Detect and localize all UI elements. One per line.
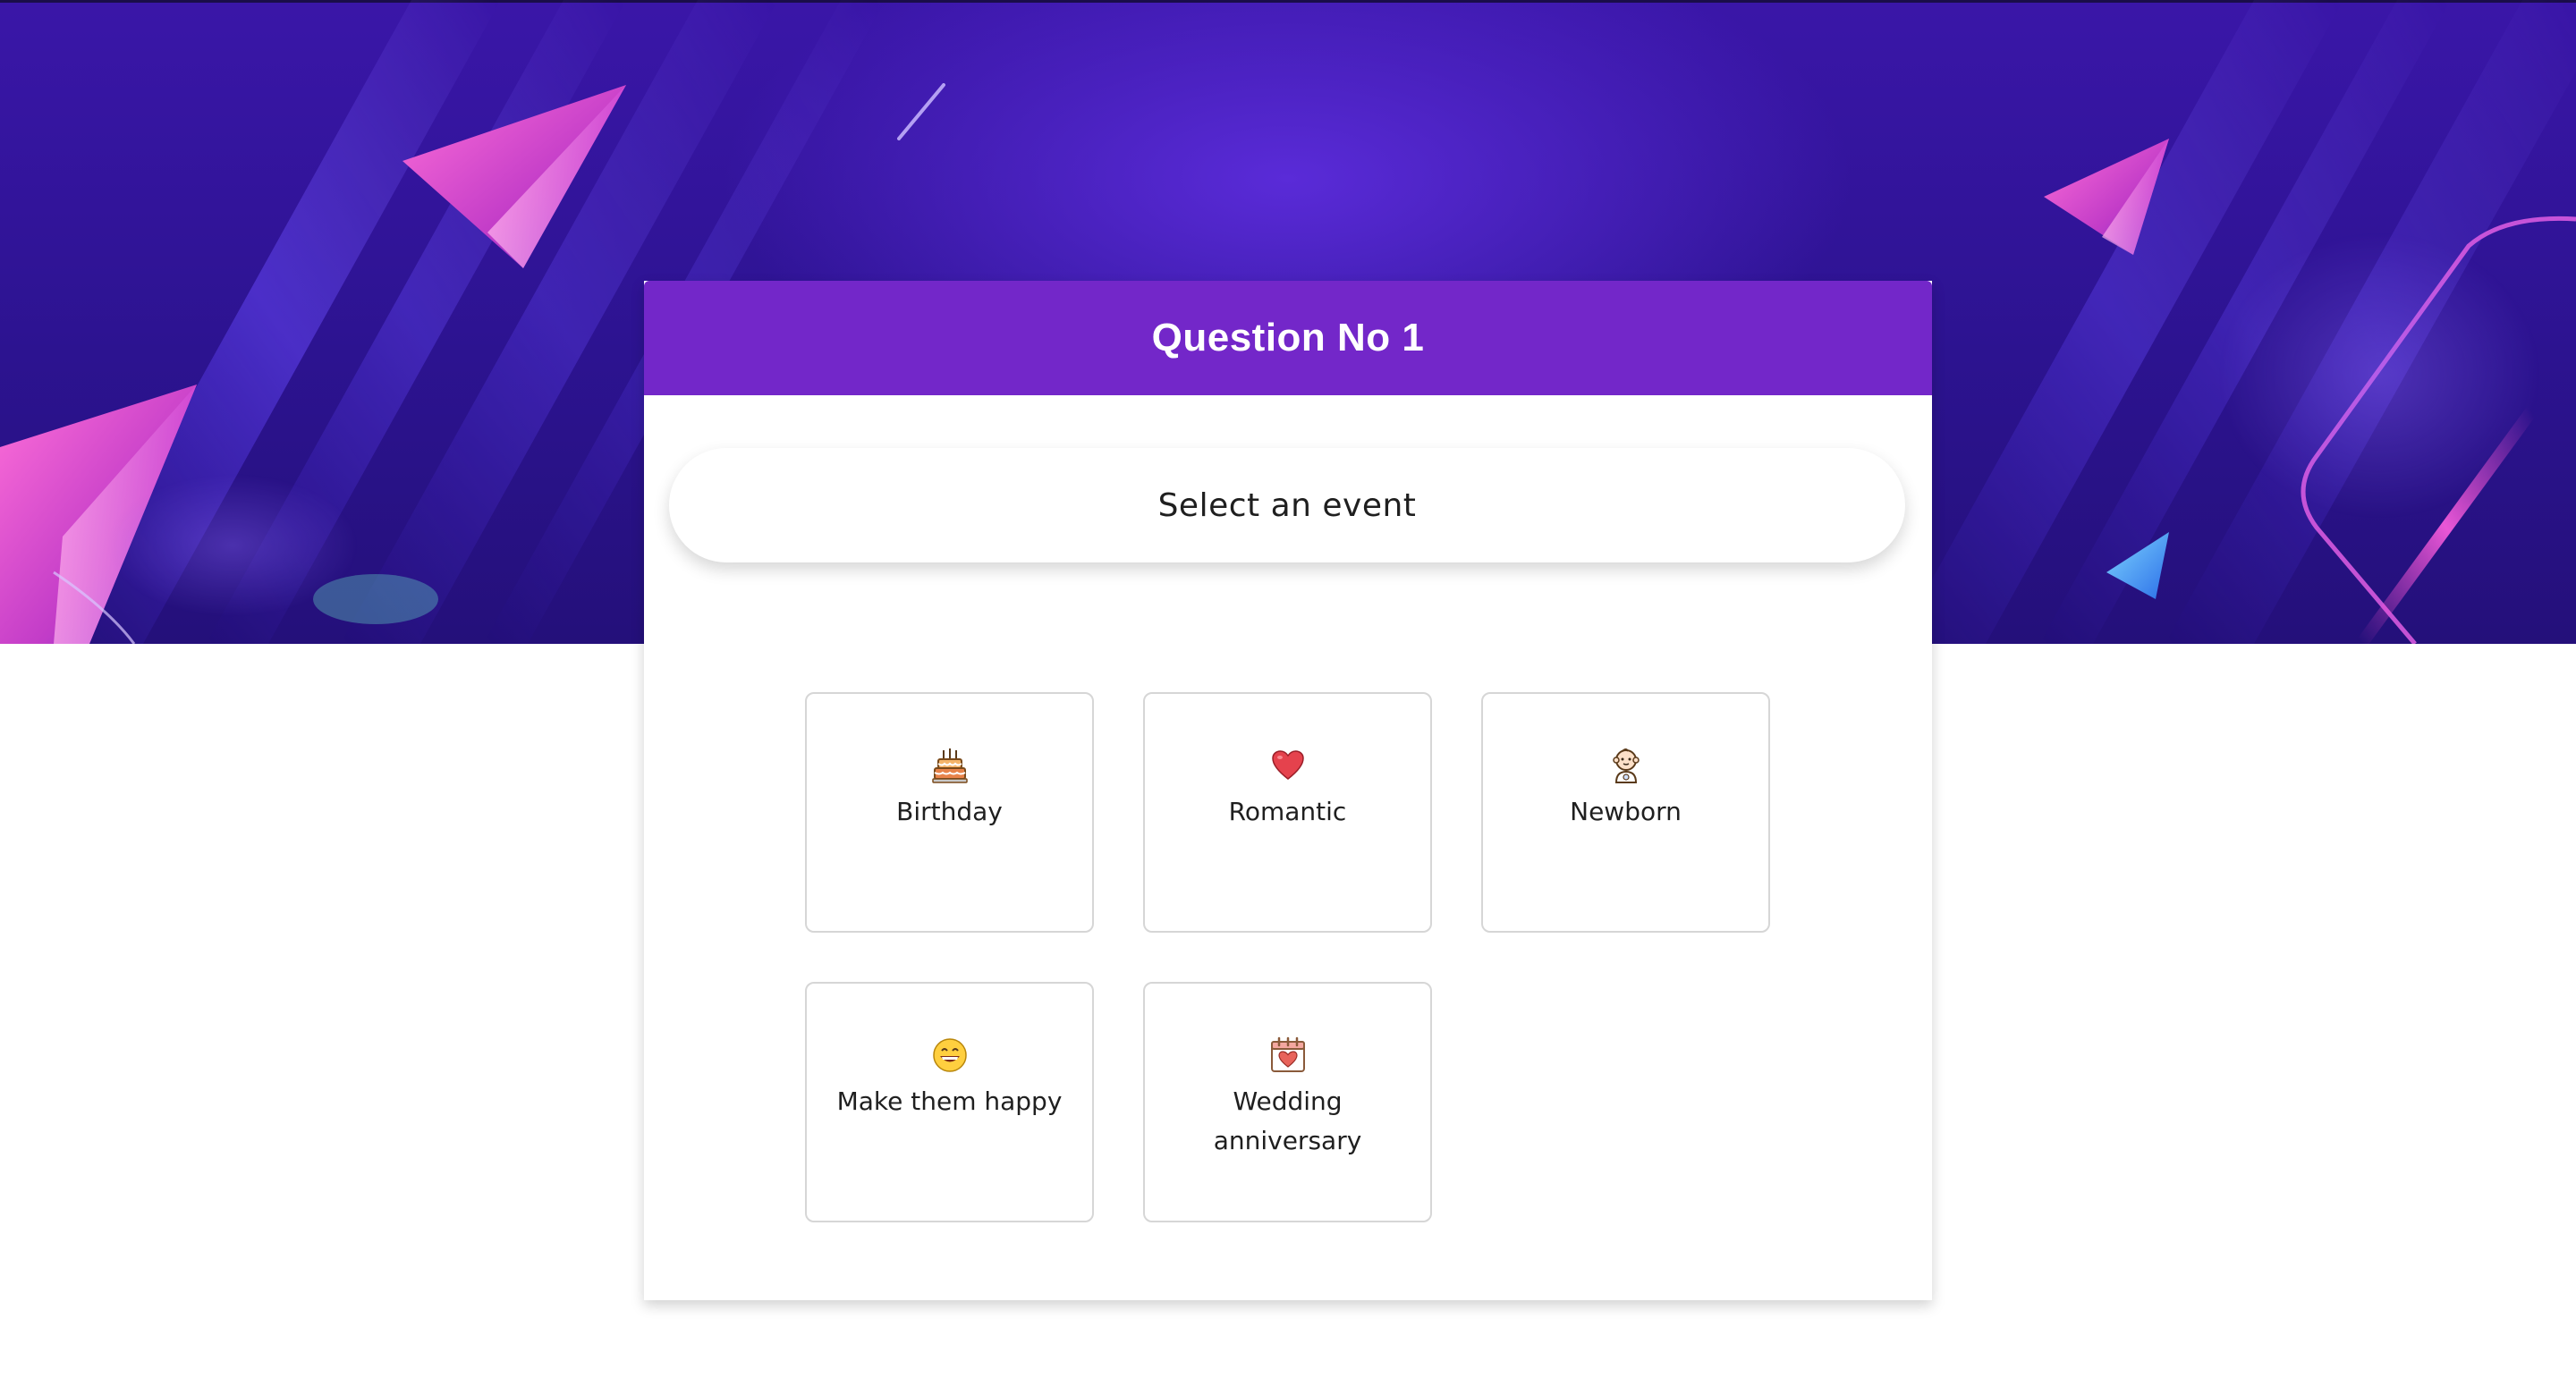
option-birthday[interactable]: Birthday (805, 692, 1094, 933)
baby-icon (1605, 744, 1648, 787)
calendar-heart-icon (1267, 1034, 1309, 1077)
birthday-cake-icon (928, 744, 971, 787)
quiz-header: Question No 1 (644, 281, 1932, 395)
option-wedding-anniversary[interactable]: Wedding anniversary (1143, 982, 1432, 1222)
option-label: Birthday (896, 797, 1003, 826)
prompt-banner: Select an event (669, 448, 1905, 562)
option-make-them-happy[interactable]: Make them happy (805, 982, 1094, 1222)
page: Question No 1 Select an event Birthday R… (0, 0, 2576, 1395)
option-romantic[interactable]: Romantic (1143, 692, 1432, 933)
option-label: Romantic (1228, 797, 1347, 826)
options-grid: Birthday Romantic Newborn Make them happ… (805, 692, 1789, 1222)
option-label: Newborn (1570, 797, 1682, 826)
quiz-card: Question No 1 Select an event Birthday R… (644, 281, 1932, 1300)
prompt-text: Select an event (1157, 486, 1417, 524)
smiley-face-icon (928, 1034, 971, 1077)
option-newborn[interactable]: Newborn (1481, 692, 1770, 933)
heart-icon (1267, 744, 1309, 787)
question-title: Question No 1 (1151, 316, 1425, 359)
option-label: Make them happy (836, 1086, 1063, 1116)
option-label: Wedding anniversary (1213, 1086, 1362, 1155)
